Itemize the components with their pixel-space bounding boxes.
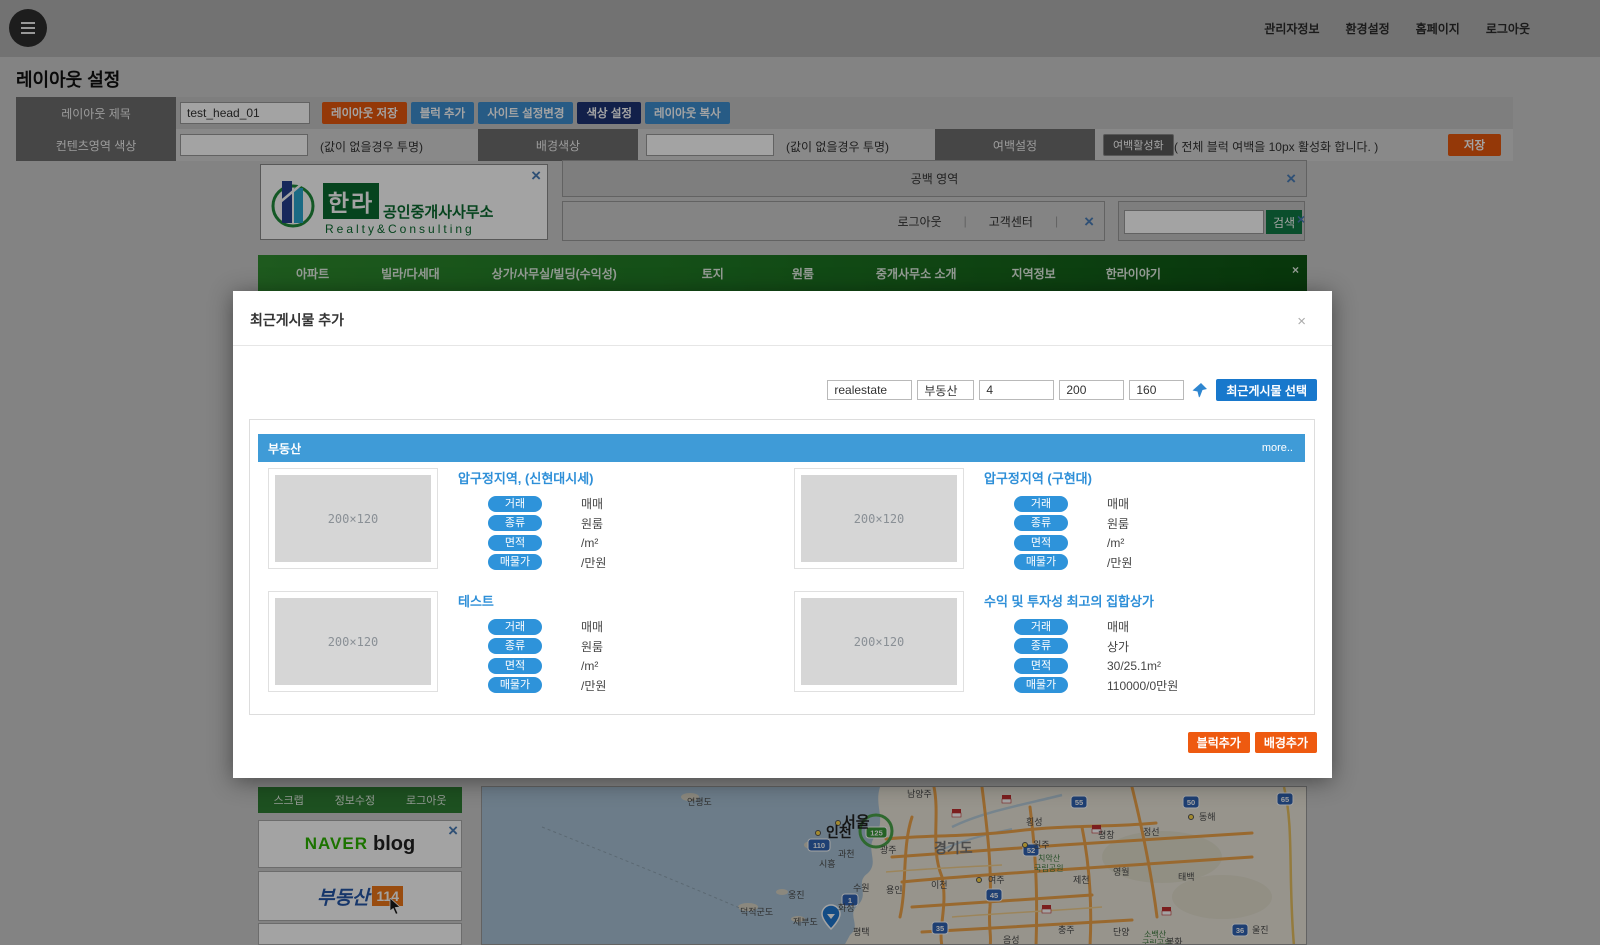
width-input[interactable] (1059, 380, 1124, 400)
listing-card: 200×120 압구정지역, (신현대시세) 거래매매 종류원룸 면적/m² 매… (268, 468, 773, 573)
add-background-footer-button[interactable]: 배경추가 (1255, 732, 1317, 753)
add-block-footer-button[interactable]: 블럭추가 (1188, 732, 1250, 753)
select-recent-posts-button[interactable]: 최근게시물 선택 (1216, 379, 1317, 401)
listing-title[interactable]: 압구정지역, (신현대시세) (458, 468, 768, 487)
badge-type: 종류 (488, 638, 542, 654)
modal-input-row: 최근게시물 선택 (827, 379, 1317, 401)
posts-panel: 부동산 more.. 200×120 압구정지역, (신현대시세) 거래매매 종… (249, 419, 1315, 715)
count-input[interactable] (979, 380, 1054, 400)
listing-title[interactable]: 수익 및 투자성 최고의 집합상가 (984, 591, 1294, 610)
panel-title: 부동산 (268, 440, 301, 457)
badge-area: 면적 (488, 658, 542, 674)
pin-icon[interactable] (1192, 382, 1208, 398)
board-name-input[interactable] (917, 380, 974, 400)
listing-thumbnail[interactable]: 200×120 (794, 468, 964, 569)
badge-deal: 거래 (1014, 619, 1068, 635)
badge-deal: 거래 (488, 619, 542, 635)
badge-price: 매물가 (488, 677, 542, 693)
badge-deal: 거래 (1014, 496, 1068, 512)
badge-type: 종류 (1014, 515, 1068, 531)
badge-price: 매물가 (488, 554, 542, 570)
listing-thumbnail[interactable]: 200×120 (268, 591, 438, 692)
listing-card: 200×120 압구정지역 (구현대) 거래매매 종류원룸 면적/m² 매물가/… (794, 468, 1299, 573)
modal-title: 최근게시물 추가 (250, 310, 344, 330)
modal-divider (233, 345, 1332, 346)
listing-card: 200×120 수익 및 투자성 최고의 집합상가 거래매매 종류상가 면적30… (794, 591, 1299, 696)
badge-type: 종류 (488, 515, 542, 531)
listing-title[interactable]: 압구정지역 (구현대) (984, 468, 1294, 487)
listing-title[interactable]: 테스트 (458, 591, 768, 610)
listing-card: 200×120 테스트 거래매매 종류원룸 면적/m² 매물가/만원 (268, 591, 773, 696)
listing-thumbnail[interactable]: 200×120 (268, 468, 438, 569)
height-input[interactable] (1129, 380, 1184, 400)
badge-price: 매물가 (1014, 554, 1068, 570)
recent-posts-modal: 최근게시물 추가 × 최근게시물 선택 부동산 more.. 200×120 (233, 291, 1332, 778)
modal-close-icon[interactable]: × (1297, 313, 1306, 330)
screen: 관리자정보 환경설정 홈페이지 로그아웃 레이아웃 설정 레이아웃 제목 레이아… (0, 0, 1600, 945)
badge-area: 면적 (488, 535, 542, 551)
badge-area: 면적 (1014, 658, 1068, 674)
panel-header: 부동산 more.. (258, 434, 1305, 462)
badge-deal: 거래 (488, 496, 542, 512)
more-link[interactable]: more.. (1262, 442, 1293, 454)
modal-footer: 블럭추가 배경추가 (1188, 732, 1317, 753)
board-id-input[interactable] (827, 380, 912, 400)
badge-price: 매물가 (1014, 677, 1068, 693)
badge-area: 면적 (1014, 535, 1068, 551)
listing-thumbnail[interactable]: 200×120 (794, 591, 964, 692)
badge-type: 종류 (1014, 638, 1068, 654)
